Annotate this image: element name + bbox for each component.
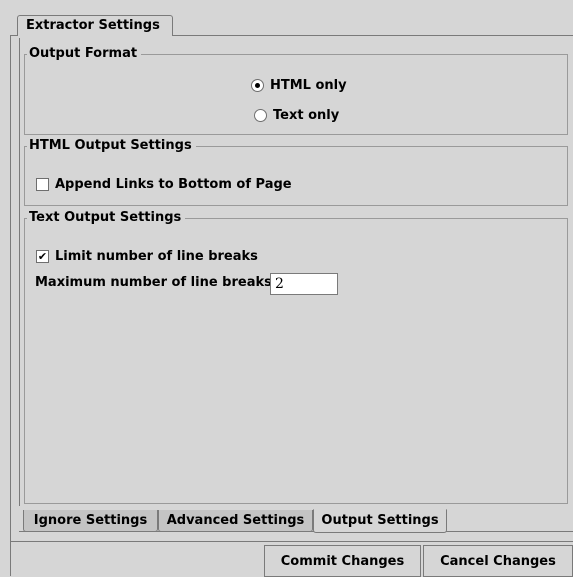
button-bar-divider <box>10 541 573 542</box>
append-links-label: Append Links to Bottom of Page <box>55 177 292 192</box>
commit-changes-button[interactable]: Commit Changes <box>264 545 421 577</box>
radio-text-only[interactable]: Text only <box>254 108 339 123</box>
limit-line-breaks-label: Limit number of line breaks <box>55 249 258 264</box>
max-line-breaks-input[interactable]: 2 <box>270 273 338 295</box>
html-output-settings-title: HTML Output Settings <box>27 138 196 154</box>
append-links-checkbox[interactable]: Append Links to Bottom of Page <box>36 177 292 192</box>
limit-line-breaks-checkbox[interactable]: ✔ Limit number of line breaks <box>36 249 258 264</box>
text-output-settings-title: Text Output Settings <box>27 210 186 226</box>
max-line-breaks-label: Maximum number of line breaks <box>35 275 272 290</box>
tab-ignore-settings[interactable]: Ignore Settings <box>23 510 158 532</box>
radio-selected-icon <box>251 79 264 92</box>
checkmark-icon: ✔ <box>36 250 49 263</box>
radio-html-only-label: HTML only <box>270 78 347 93</box>
panel-left-edge <box>10 35 11 576</box>
radio-text-only-label: Text only <box>273 108 340 123</box>
tab-advanced-settings-label: Advanced Settings <box>166 513 305 528</box>
radio-html-only[interactable]: HTML only <box>251 78 347 93</box>
tab-output-settings-label: Output Settings <box>321 513 439 528</box>
commit-changes-label: Commit Changes <box>280 554 405 569</box>
html-output-settings-group: HTML Output Settings <box>24 138 568 206</box>
output-format-title: Output Format <box>27 46 142 62</box>
max-line-breaks-value: 2 <box>275 276 284 292</box>
tab-extractor-settings-label: Extractor Settings <box>26 18 160 33</box>
cancel-changes-label: Cancel Changes <box>440 554 556 569</box>
cancel-changes-button[interactable]: Cancel Changes <box>423 545 573 577</box>
radio-unselected-icon <box>254 109 267 122</box>
tab-output-settings[interactable]: Output Settings <box>313 509 447 533</box>
tab-extractor-settings[interactable]: Extractor Settings <box>17 15 173 36</box>
checkbox-unchecked-icon <box>36 178 49 191</box>
tab-advanced-settings[interactable]: Advanced Settings <box>158 510 313 532</box>
panel-inner-left-edge <box>19 38 20 506</box>
tab-ignore-settings-label: Ignore Settings <box>33 513 148 528</box>
